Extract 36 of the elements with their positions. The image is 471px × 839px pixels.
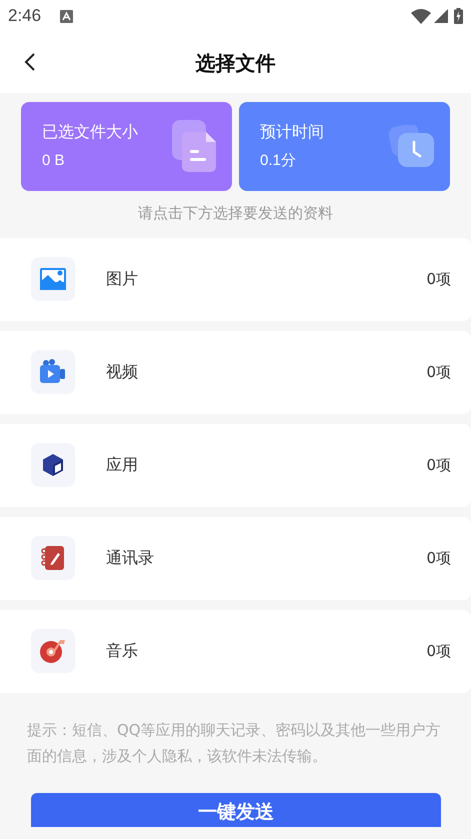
video-camera-icon (39, 359, 67, 385)
item-count: 0项 (426, 640, 451, 662)
card-value: 0.1分 (260, 151, 297, 172)
picture-icon (40, 268, 66, 290)
notebook-icon (41, 545, 65, 571)
category-row[interactable]: 图片 0项 (0, 238, 471, 320)
page-title: 选择文件 (196, 50, 276, 76)
card-label: 已选文件大小 (42, 121, 139, 144)
category-label: 音乐 (106, 640, 139, 662)
status-time: 2:46 (8, 5, 42, 28)
category-label: 通讯录 (106, 547, 155, 569)
category-row[interactable]: 应用 0项 (0, 424, 471, 506)
signal-icon (434, 9, 448, 23)
send-button[interactable]: 一键发送 (31, 792, 441, 826)
item-count: 0项 (426, 362, 451, 383)
cube-icon (42, 453, 64, 477)
keyboard-notification-icon (60, 10, 74, 22)
clock-icon (388, 124, 436, 168)
battery-charging-icon (454, 8, 463, 24)
category-row[interactable]: 音乐 0项 (0, 610, 471, 692)
document-icon (172, 120, 218, 174)
category-label: 应用 (106, 454, 139, 476)
category-label: 图片 (106, 268, 139, 290)
category-row[interactable]: 视频 0项 (0, 330, 471, 414)
card-value: 0 B (42, 151, 66, 172)
instruction-text: 请点击下方选择要发送的资料 (138, 203, 333, 224)
music-disc-icon (39, 637, 67, 665)
item-count: 0项 (426, 268, 451, 290)
privacy-notice: 提示：短信、QQ等应用的聊天记录、密码以及其他一些用户方面的信息，涉及个人隐私，该软件未法传输。 (27, 720, 442, 766)
item-count: 0项 (426, 454, 451, 476)
back-icon (24, 52, 36, 72)
category-row[interactable]: 通讯录 0项 (0, 516, 471, 600)
card-label: 预计时间 (260, 121, 325, 144)
wifi-icon (411, 8, 431, 24)
item-count: 0项 (426, 548, 451, 569)
category-label: 视频 (106, 361, 139, 383)
